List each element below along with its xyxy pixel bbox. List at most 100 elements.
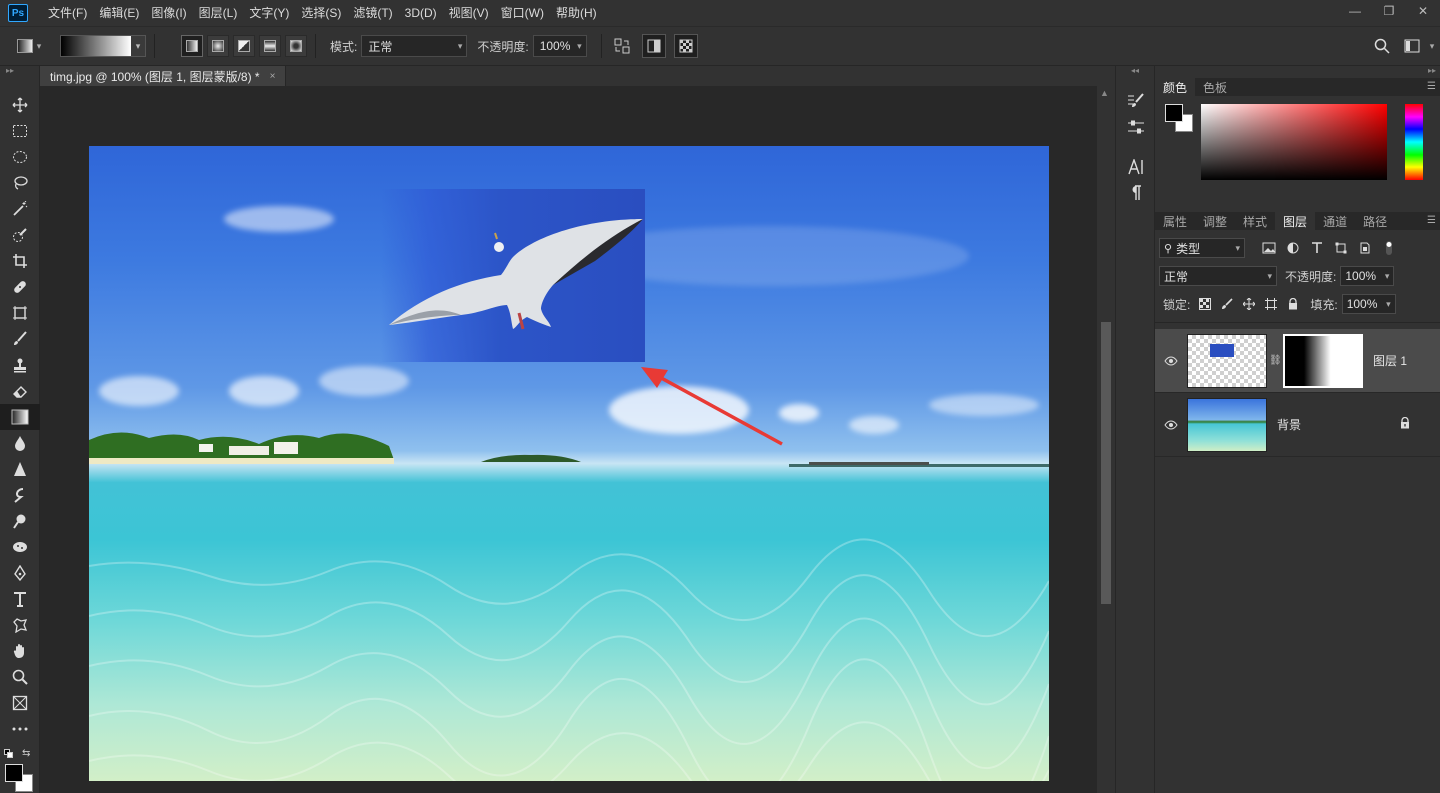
radial-gradient-button[interactable] bbox=[207, 35, 229, 57]
layer-mask-thumbnail[interactable] bbox=[1283, 333, 1363, 388]
foreground-color-swatch[interactable] bbox=[1165, 104, 1183, 122]
lock-artboard-icon[interactable] bbox=[1260, 294, 1282, 314]
smudge-tool-icon[interactable] bbox=[0, 482, 40, 508]
clone-stamp-icon[interactable] bbox=[0, 352, 40, 378]
opacity-input[interactable]: 100% ▾ bbox=[532, 35, 587, 57]
filter-toggle-icon[interactable] bbox=[1377, 238, 1401, 258]
visibility-eye-icon[interactable] bbox=[1155, 355, 1187, 366]
color-field[interactable] bbox=[1201, 104, 1387, 180]
menu-edit[interactable]: 编辑(E) bbox=[93, 0, 145, 26]
minimize-button[interactable]: — bbox=[1338, 0, 1372, 22]
blur-tool-icon[interactable] bbox=[0, 430, 40, 456]
lasso-tool-icon[interactable] bbox=[0, 170, 40, 196]
type-tool-icon[interactable] bbox=[0, 586, 40, 612]
eraser-tool-icon[interactable] bbox=[0, 378, 40, 404]
panel-menu-icon[interactable]: ☰ bbox=[1427, 215, 1436, 226]
visibility-eye-icon[interactable] bbox=[1155, 419, 1187, 430]
tab-properties[interactable]: 属性 bbox=[1155, 212, 1195, 230]
beach-photo[interactable] bbox=[89, 146, 1049, 781]
filter-type-icon[interactable] bbox=[1305, 238, 1329, 258]
close-window-button[interactable]: ✕ bbox=[1406, 0, 1440, 22]
linear-gradient-button[interactable] bbox=[181, 35, 203, 57]
adjustments-sliders-icon[interactable] bbox=[1116, 114, 1156, 140]
sharpen-tool-icon[interactable] bbox=[0, 456, 40, 482]
menu-image[interactable]: 图像(I) bbox=[145, 0, 192, 26]
document-tab[interactable]: timg.jpg @ 100% (图层 1, 图层蒙版/8) * × bbox=[40, 66, 287, 86]
zoom-tool-icon[interactable] bbox=[0, 664, 40, 690]
mask-link-icon[interactable]: ⛓ bbox=[1269, 355, 1282, 366]
path-selection-icon[interactable] bbox=[0, 612, 40, 638]
reflected-gradient-button[interactable] bbox=[259, 35, 281, 57]
hand-tool-icon[interactable] bbox=[0, 638, 40, 664]
chevron-down-icon[interactable]: ▾ bbox=[1424, 34, 1440, 58]
menu-help[interactable]: 帮助(H) bbox=[550, 0, 603, 26]
character-panel-icon[interactable] bbox=[1116, 154, 1156, 180]
blend-mode-select[interactable]: 正常 ▾ bbox=[1159, 266, 1277, 286]
filter-pixel-icon[interactable] bbox=[1257, 238, 1281, 258]
elliptical-marquee-icon[interactable] bbox=[0, 144, 40, 170]
close-tab-icon[interactable]: × bbox=[270, 71, 276, 82]
diamond-gradient-button[interactable] bbox=[285, 35, 307, 57]
layer-row-background[interactable]: 背景 bbox=[1155, 393, 1440, 457]
layer-opacity-input[interactable]: 100% ▾ bbox=[1340, 266, 1395, 286]
layer-name[interactable]: 图层 1 bbox=[1373, 352, 1407, 369]
fill-input[interactable]: 100% ▾ bbox=[1341, 294, 1396, 314]
tab-adjustments[interactable]: 调整 bbox=[1195, 212, 1235, 230]
move-tool-icon[interactable] bbox=[0, 92, 40, 118]
restore-button[interactable]: ❐ bbox=[1372, 0, 1406, 22]
frame-tool-icon[interactable] bbox=[0, 300, 40, 326]
search-icon[interactable] bbox=[1370, 34, 1394, 58]
menu-filter[interactable]: 滤镜(T) bbox=[347, 0, 398, 26]
menu-file[interactable]: 文件(F) bbox=[42, 0, 93, 26]
tab-styles[interactable]: 样式 bbox=[1235, 212, 1275, 230]
filter-adjustment-icon[interactable] bbox=[1281, 238, 1305, 258]
lock-move-icon[interactable] bbox=[1238, 294, 1260, 314]
menu-view[interactable]: 视图(V) bbox=[443, 0, 495, 26]
tab-channels[interactable]: 通道 bbox=[1315, 212, 1355, 230]
quick-selection-icon[interactable] bbox=[0, 222, 40, 248]
menu-3d[interactable]: 3D(D) bbox=[399, 0, 443, 26]
swap-colors-icon[interactable]: ⇆ bbox=[22, 748, 30, 759]
expand-panels-icon[interactable]: ◂◂ bbox=[1116, 66, 1154, 78]
layer-thumbnail[interactable] bbox=[1187, 333, 1267, 388]
layer-row-layer-1[interactable]: ⛓ 图层 1 bbox=[1155, 329, 1440, 393]
layer-thumbnail[interactable] bbox=[1187, 397, 1267, 452]
more-tools-icon[interactable] bbox=[0, 716, 40, 742]
scroll-up-icon[interactable]: ▲ bbox=[1100, 88, 1109, 98]
menu-layer[interactable]: 图层(L) bbox=[193, 0, 244, 26]
tab-swatches[interactable]: 色板 bbox=[1195, 78, 1235, 96]
healing-brush-icon[interactable] bbox=[0, 274, 40, 300]
scroll-thumb[interactable] bbox=[1101, 322, 1111, 604]
gradient-picker[interactable]: ▾ bbox=[60, 35, 146, 57]
menu-window[interactable]: 窗口(W) bbox=[495, 0, 550, 26]
paragraph-panel-icon[interactable] bbox=[1116, 180, 1156, 206]
collapse-tools-icon[interactable]: ▸▸ bbox=[0, 66, 39, 78]
pen-tool-icon[interactable] bbox=[0, 560, 40, 586]
sponge-tool-icon[interactable] bbox=[0, 534, 40, 560]
menu-type[interactable]: 文字(Y) bbox=[243, 0, 295, 26]
lock-all-icon[interactable] bbox=[1282, 294, 1304, 314]
tab-paths[interactable]: 路径 bbox=[1355, 212, 1395, 230]
menu-select[interactable]: 选择(S) bbox=[295, 0, 347, 26]
mode-select[interactable]: 正常 ▾ bbox=[361, 35, 468, 57]
foreground-color-swatch[interactable] bbox=[5, 764, 23, 782]
default-colors-icon[interactable] bbox=[4, 748, 14, 758]
workspace-icon[interactable] bbox=[1400, 34, 1424, 58]
lock-transparent-icon[interactable] bbox=[1194, 294, 1216, 314]
brush-tool-icon[interactable] bbox=[0, 326, 40, 352]
vertical-scrollbar[interactable]: ▲ bbox=[1097, 86, 1115, 793]
gradient-tool-icon[interactable] bbox=[0, 404, 40, 430]
layer-1-bird-image[interactable] bbox=[381, 189, 645, 362]
lock-brush-icon[interactable] bbox=[1216, 294, 1238, 314]
brush-settings-icon[interactable] bbox=[1116, 88, 1156, 114]
collapse-panels-icon[interactable]: ▸▸ bbox=[1155, 66, 1440, 78]
transparency-toggle-icon[interactable] bbox=[673, 34, 698, 58]
layer-filter-select[interactable]: ⚲ 类型 ▾ bbox=[1159, 238, 1245, 258]
crop-tool-icon[interactable] bbox=[0, 248, 40, 274]
dither-toggle-icon[interactable] bbox=[641, 34, 666, 58]
tab-layers[interactable]: 图层 bbox=[1275, 212, 1316, 230]
angle-gradient-button[interactable] bbox=[233, 35, 255, 57]
tool-preset-picker[interactable]: ▾ bbox=[14, 35, 44, 57]
reverse-icon[interactable] bbox=[610, 34, 634, 58]
tab-color[interactable]: 颜色 bbox=[1155, 78, 1196, 96]
